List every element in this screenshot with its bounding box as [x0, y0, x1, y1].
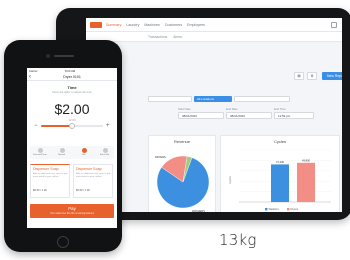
- revenue-pie-chart: WASHERS DRYERS: [155, 155, 210, 212]
- start-date-label: Start Date: [178, 107, 191, 111]
- cycle-option-normal[interactable]: [60, 148, 65, 153]
- cycles-card: Cycles Cycles 47,436 49,800 Washers Dryers: [220, 135, 340, 212]
- cycle-option-delicate[interactable]: [38, 148, 43, 153]
- app-header: ‹ Dryer 0101: [27, 73, 117, 81]
- cycle-option-extra-hot[interactable]: [103, 148, 108, 153]
- addon-title: Dispenser Soap: [33, 167, 59, 171]
- phone-device: Carrier 8:00 AM ‹ Dryer 0101 Time Move t…: [4, 40, 122, 252]
- addon-price: $0.50 / 1.00: [76, 189, 90, 192]
- cycle-label-normal: Normal: [58, 154, 66, 156]
- front-camera: [46, 54, 50, 58]
- top-nav: Summary Laundry Machines Customers Emplo…: [86, 18, 342, 32]
- legend-label-washers: Washers: [269, 207, 280, 211]
- cycle-option-hot[interactable]: [82, 148, 87, 153]
- time-slider[interactable]: [41, 123, 103, 129]
- earpiece: [54, 55, 74, 57]
- sub-nav: Transactions Alerts: [86, 32, 342, 42]
- pie-label-washers: WASHERS: [192, 209, 205, 212]
- bar-washers: [271, 164, 289, 202]
- bar-value-label: 49,800: [302, 158, 310, 162]
- end-time-field[interactable]: 11:59 pm: [274, 112, 314, 119]
- cycle-label-hot: Hot: [82, 154, 86, 156]
- pay-button[interactable]: Pay Your wallet has $11.00 remaining bal…: [30, 204, 114, 218]
- bar-dryers: [297, 162, 315, 202]
- capacity-caption: 13kg: [219, 231, 257, 249]
- end-time-label: End Time: [274, 107, 286, 111]
- nav-item-summary[interactable]: Summary: [106, 23, 121, 27]
- addon-price: $0.50 / 1.00: [33, 189, 47, 192]
- nav-item-employees[interactable]: Employees: [187, 23, 205, 27]
- filter-dropdown[interactable]: [234, 96, 290, 102]
- home-button[interactable]: [57, 236, 69, 248]
- phone-screen: Carrier 8:00 AM ‹ Dryer 0101 Time Move t…: [27, 68, 117, 228]
- time-heading: Time: [67, 85, 77, 90]
- gear-icon[interactable]: ⚙: [307, 72, 317, 80]
- nav-item-laundry[interactable]: Laundry: [126, 23, 139, 27]
- slider-handle[interactable]: [69, 123, 75, 129]
- slider-fill: [41, 125, 72, 127]
- duration-display: 12:00: [68, 118, 76, 122]
- location-filter[interactable]: All Locations: [194, 96, 232, 102]
- end-date-field[interactable]: 08/31/2020: [226, 112, 272, 119]
- nav-item-machines[interactable]: Machines: [144, 23, 159, 27]
- price-display: $2.00: [54, 101, 90, 117]
- addon-description: Add an additional rinse cycle to give mo…: [76, 173, 111, 178]
- cycle-selector: Delicate/Perm Normal Hot Extra Hot: [30, 146, 114, 159]
- brand-logo: [90, 21, 102, 28]
- revenue-card: Revenue WASHERS DRYERS: [148, 135, 216, 212]
- cycles-bar-chart: Cycles 47,436 49,800 Washers Dryers: [228, 149, 331, 211]
- tablet-screen: Summary Laundry Machines Customers Emplo…: [86, 18, 342, 212]
- subnav-item-transactions[interactable]: Transactions: [148, 35, 167, 39]
- cycle-label-delicate: Delicate/Perm: [33, 154, 47, 156]
- addon-card[interactable]: Dispenser Soap Add an additional rinse c…: [73, 164, 113, 198]
- filter-select[interactable]: [148, 96, 192, 102]
- machine-title: Dryer 0101: [63, 75, 81, 79]
- time-hint: Move the slider to adjust the time: [52, 91, 92, 94]
- bar-value-label: 47,436: [276, 160, 284, 164]
- addon-card[interactable]: Dispenser Soap Add an additional rinse c…: [30, 164, 70, 198]
- start-date-field[interactable]: 08/01/2020: [178, 112, 224, 119]
- legend-swatch-washers: [265, 208, 268, 211]
- print-icon[interactable]: ▤: [294, 72, 304, 80]
- wallet-balance-text: Your wallet has $11.00 remaining balance: [49, 212, 95, 215]
- addon-title: Dispenser Soap: [76, 167, 102, 171]
- decrease-time-button[interactable]: −: [34, 122, 38, 130]
- nav-item-customers[interactable]: Customers: [165, 23, 182, 27]
- addon-description: Add an additional rinse cycle to give mo…: [33, 173, 68, 178]
- increase-time-button[interactable]: +: [106, 122, 110, 130]
- pie-label-dryers: DRYERS: [155, 155, 166, 159]
- subnav-item-alerts[interactable]: Alerts: [173, 35, 182, 39]
- y-axis-label: Cycles: [228, 175, 232, 183]
- cycle-label-extra-hot: Extra Hot: [100, 154, 110, 156]
- user-icon[interactable]: [331, 22, 337, 28]
- end-date-label: End Date: [226, 107, 238, 111]
- report-toolbar: ▤ ⚙ New Report: [148, 72, 342, 82]
- pay-label: Pay: [68, 206, 76, 211]
- legend-swatch-dryers: [287, 208, 290, 211]
- legend-label-dryers: Dryers: [291, 207, 299, 211]
- new-report-button[interactable]: New Report: [322, 72, 342, 80]
